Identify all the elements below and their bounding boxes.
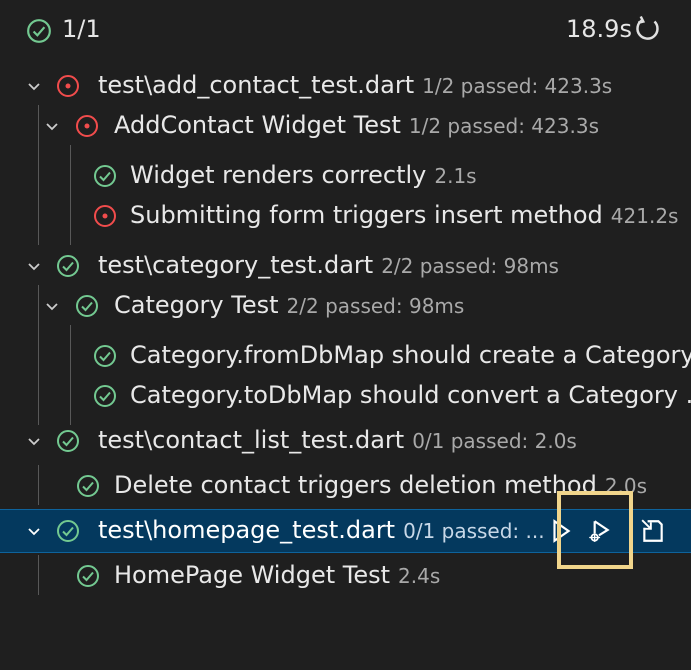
tree-item-group[interactable]: AddContact Widget Test 1/2 passed: 423.3s (0, 105, 691, 147)
annotation-highlight-box (557, 491, 633, 569)
tree-item-file[interactable]: test\add_contact_test.dart 1/2 passed: 42… (0, 65, 691, 107)
error-circle-icon (57, 75, 79, 97)
check-circle-icon (27, 19, 51, 43)
chevron-down-icon[interactable] (26, 258, 42, 274)
tree-item-label: Category.toDbMap should convert a Catego… (130, 381, 691, 409)
tree-item-label: test\homepage_test.dart 0/1 passed: ... (98, 516, 545, 544)
tree-item-test[interactable]: Submitting form triggers insert method 42… (0, 195, 691, 237)
tree-item-label: Submitting form triggers insert method 42… (130, 201, 679, 229)
error-circle-icon (76, 115, 98, 137)
tree-item-group[interactable]: Category Test 2/2 passed: 98ms (0, 285, 691, 327)
refresh-icon[interactable] (632, 14, 662, 44)
chevron-down-icon[interactable] (26, 78, 42, 94)
chevron-down-icon[interactable] (44, 118, 60, 134)
summary-header: 1/1 18.9s (0, 0, 691, 58)
tree-item-label: test\add_contact_test.dart 1/2 passed: 42… (98, 71, 613, 99)
tree-item-label: Category.fromDbMap should create a Categ… (130, 341, 691, 369)
tree-item-file[interactable]: test\category_test.dart 2/2 passed: 98ms (0, 245, 691, 287)
check-circle-icon (94, 345, 116, 367)
tree-item-test[interactable]: Category.fromDbMap should create a Categ… (0, 335, 691, 377)
check-circle-icon (94, 165, 116, 187)
passed-count: 1/1 (62, 15, 101, 43)
tree-item-label: test\category_test.dart 2/2 passed: 98ms (98, 251, 559, 279)
chevron-down-icon[interactable] (44, 298, 60, 314)
tree-item-test[interactable]: Widget renders correctly 2.1s (0, 155, 691, 197)
go-to-file-icon[interactable] (640, 518, 666, 544)
chevron-down-icon[interactable] (26, 433, 42, 449)
test-results-panel: 1/1 18.9s test\add_contact_test.dart 1/2 … (0, 0, 691, 670)
tree-item-label: AddContact Widget Test 1/2 passed: 423.3s (114, 111, 599, 139)
check-circle-icon (77, 475, 99, 497)
tree-item-label: Widget renders correctly 2.1s (130, 161, 477, 189)
tree-item-label: HomePage Widget Test 2.4s (114, 561, 441, 589)
tree-item-label: test\contact_list_test.dart 0/1 passed: 2… (98, 426, 577, 454)
tree-item-label: Category Test 2/2 passed: 98ms (114, 291, 465, 319)
check-circle-icon (94, 385, 116, 407)
check-circle-icon (77, 565, 99, 587)
check-circle-icon (57, 430, 79, 452)
tree-item-test[interactable]: Category.toDbMap should convert a Catego… (0, 375, 691, 417)
check-circle-icon (76, 295, 98, 317)
total-duration: 18.9s (566, 15, 632, 43)
tree-item-file[interactable]: test\contact_list_test.dart 0/1 passed: 2… (0, 420, 691, 462)
check-circle-icon (57, 520, 79, 542)
error-circle-icon (94, 205, 116, 227)
chevron-down-icon[interactable] (26, 523, 42, 539)
check-circle-icon (57, 255, 79, 277)
